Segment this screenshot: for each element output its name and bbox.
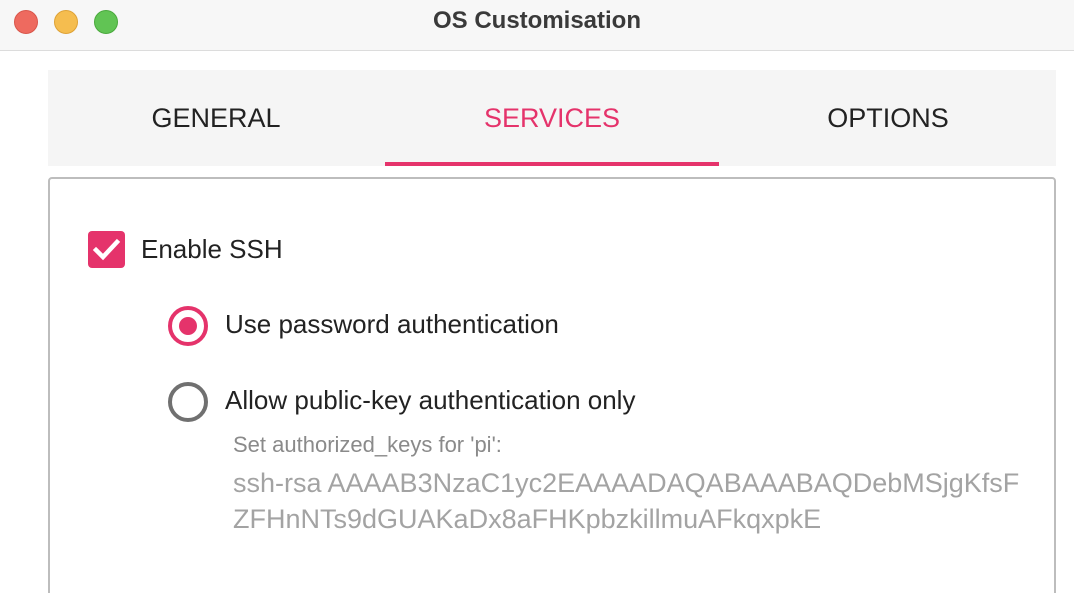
password-auth-label: Use password authentication [225,309,559,339]
checkmark-icon [92,238,121,261]
enable-ssh-label: Enable SSH [141,234,283,264]
password-auth-radio[interactable] [168,306,208,346]
tab-bar: GENERAL SERVICES OPTIONS [48,70,1056,166]
tab-options[interactable]: OPTIONS [720,70,1056,166]
enable-ssh-checkbox[interactable] [88,231,125,268]
authorized-keys-label: Set authorized_keys for 'pi': [233,432,502,457]
active-tab-indicator [385,162,719,166]
radio-selected-dot-icon [179,317,197,335]
tab-services[interactable]: SERVICES [385,70,719,166]
public-key-auth-label: Allow public-key authentication only [225,385,636,415]
window-title: OS Customisation [432,7,642,34]
os-customisation-window: OS Customisation GENERAL SERVICES OPTION… [0,0,1074,593]
title-bar: OS Customisation [0,0,1074,51]
public-key-auth-radio[interactable] [168,382,208,422]
tab-general[interactable]: GENERAL [48,70,384,166]
authorized-keys-textarea[interactable]: ssh-rsa AAAAB3NzaC1yc2EAAAADAQABAAABAQDe… [230,465,1030,549]
services-panel: Enable SSH Use password authentication A… [48,177,1056,593]
